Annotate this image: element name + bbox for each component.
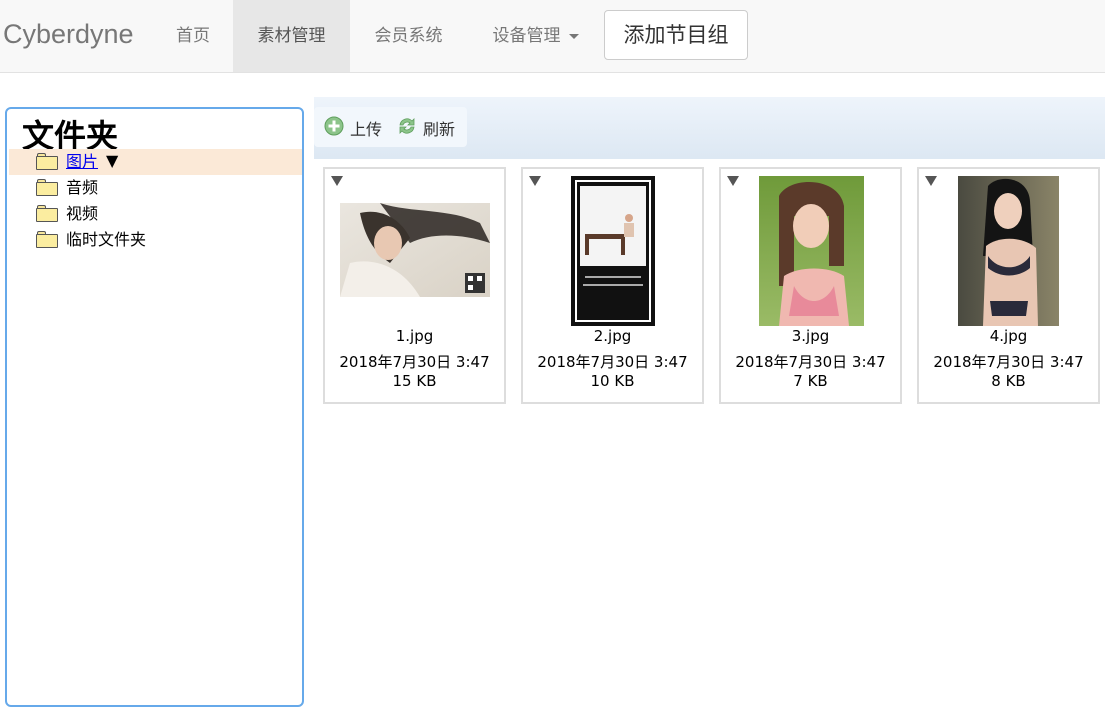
refresh-icon <box>399 118 415 134</box>
nav-item-devices[interactable]: 设备管理 <box>467 0 604 72</box>
folder-item-video[interactable]: 视频 <box>9 201 302 227</box>
file-thumbnail <box>571 176 655 326</box>
refresh-button[interactable]: 刷新 <box>397 114 461 139</box>
folder-item-temp[interactable]: 临时文件夹 <box>9 227 302 253</box>
file-date: 2018年7月30日 3:47 <box>339 353 490 371</box>
file-date: 2018年7月30日 3:47 <box>537 353 688 371</box>
file-date: 2018年7月30日 3:47 <box>933 353 1084 371</box>
file-size: 15 KB <box>392 372 437 390</box>
folder-item-label: 音频 <box>66 178 99 197</box>
file-size: 10 KB <box>590 372 635 390</box>
file-card[interactable]: 2.jpg 2018年7月30日 3:47 10 KB <box>521 167 704 404</box>
folder-item-label[interactable]: 图片 <box>66 152 98 172</box>
folder-item-label: 视频 <box>66 204 99 223</box>
nav-item-media[interactable]: 素材管理 <box>233 0 350 72</box>
file-card[interactable]: 3.jpg 2018年7月30日 3:47 7 KB <box>719 167 902 404</box>
file-card[interactable]: 4.jpg 2018年7月30日 3:47 8 KB <box>917 167 1100 404</box>
file-size: 7 KB <box>793 372 828 390</box>
file-size: 8 KB <box>991 372 1026 390</box>
add-program-group-button[interactable]: 添加节目组 <box>604 10 748 60</box>
file-date: 2018年7月30日 3:47 <box>735 353 886 371</box>
brand-logo[interactable]: Cyberdyne <box>3 19 134 50</box>
file-name: 3.jpg <box>791 327 830 345</box>
upload-icon <box>324 116 344 136</box>
card-menu-arrow-icon[interactable] <box>529 176 541 186</box>
expand-arrow-icon[interactable]: ▼ <box>106 151 118 170</box>
file-card[interactable]: 1.jpg 2018年7月30日 3:47 15 KB <box>323 167 506 404</box>
top-navbar: Cyberdyne 首页 素材管理 会员系统 设备管理 添加节目组 <box>0 0 1105 73</box>
card-menu-arrow-icon[interactable] <box>331 176 343 186</box>
file-name: 1.jpg <box>395 327 434 345</box>
folder-item-audio[interactable]: 音频 <box>9 175 302 201</box>
card-menu-arrow-icon[interactable] <box>925 176 937 186</box>
file-thumbnail <box>340 203 490 297</box>
nav-item-home[interactable]: 首页 <box>153 0 233 72</box>
file-thumbnail <box>958 176 1059 326</box>
nav-item-devices-label: 设备管理 <box>492 26 561 46</box>
folder-panel: 文件夹 图片 ▼ 音频 视频 临时文件夹 <box>5 107 304 707</box>
file-name: 2.jpg <box>593 327 632 345</box>
refresh-label: 刷新 <box>423 120 456 139</box>
folder-icon <box>36 205 58 222</box>
caret-down-icon <box>568 33 579 39</box>
file-name: 4.jpg <box>989 327 1028 345</box>
folder-item-label: 临时文件夹 <box>66 230 147 249</box>
file-grid: 1.jpg 2018年7月30日 3:47 15 KB 2.jpg 2018年7… <box>314 159 1105 687</box>
folder-icon <box>36 179 58 196</box>
folder-icon <box>36 231 58 248</box>
file-toolbar: 上传 刷新 <box>314 107 467 147</box>
file-thumbnail <box>759 176 864 326</box>
card-menu-arrow-icon[interactable] <box>727 176 739 186</box>
folder-icon <box>36 153 58 170</box>
upload-button[interactable]: 上传 <box>324 114 388 139</box>
nav-item-members[interactable]: 会员系统 <box>350 0 467 72</box>
upload-label: 上传 <box>350 120 383 139</box>
folder-item-images[interactable]: 图片 ▼ <box>9 149 302 175</box>
file-browser: 上传 刷新 1.jpg 2018年7月30日 3:47 15 KB 2.jpg … <box>314 97 1105 687</box>
